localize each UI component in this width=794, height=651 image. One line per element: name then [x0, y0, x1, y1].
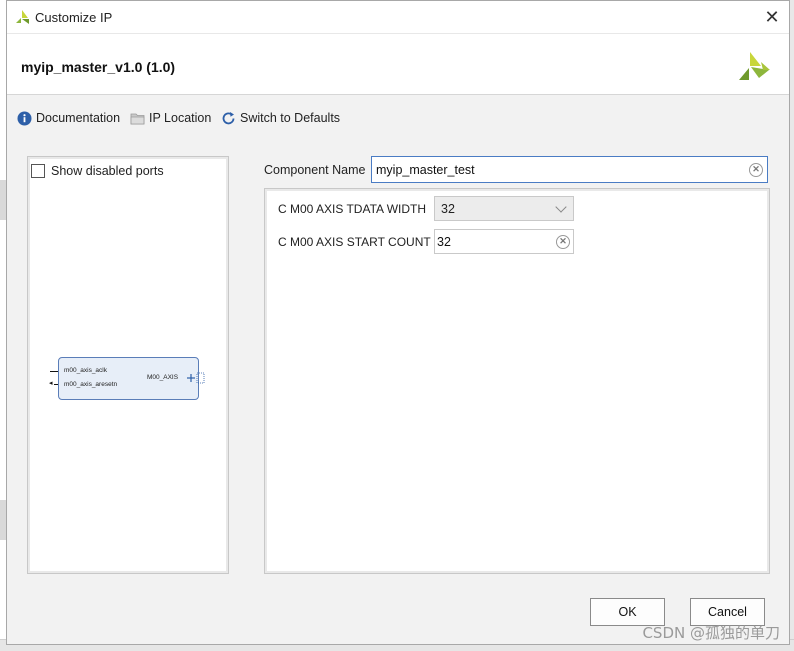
parameters-box: C M00 AXIS TDATA WIDTH 32 C M00 AXIS STA…	[264, 188, 770, 574]
component-name-value[interactable]: myip_master_test	[376, 163, 475, 177]
show-disabled-ports-label[interactable]: Show disabled ports	[51, 164, 164, 178]
ip-block-symbol: m00_axis_aclk m00_axis_aresetn M00_AXIS	[58, 357, 205, 400]
aresetn-port-arrow: ◂	[49, 380, 53, 387]
parameters-panel: Component Name myip_master_test ✕ C M00 …	[264, 156, 770, 574]
watermark: CSDN @孤独的单刀	[642, 624, 780, 642]
info-icon	[17, 111, 32, 125]
component-name-input[interactable]: myip_master_test ✕	[371, 156, 768, 183]
close-icon[interactable]: ✕	[764, 7, 779, 27]
switch-to-defaults-button[interactable]: Switch to Defaults	[221, 110, 340, 126]
toolbar: Documentation IP Location Switch to Defa…	[7, 96, 789, 136]
folder-icon	[130, 113, 145, 124]
xilinx-logo-icon	[739, 52, 770, 80]
ip-location-button[interactable]: IP Location	[130, 110, 211, 126]
close-button[interactable]: ✕	[755, 1, 789, 33]
port-aclk-label: m00_axis_aclk	[64, 367, 107, 374]
xilinx-logo-icon	[16, 10, 29, 24]
switch-to-defaults-label[interactable]: Switch to Defaults	[240, 111, 340, 125]
dialog-header: myip_master_v1.0 (1.0)	[7, 33, 789, 95]
title-bar: Customize IP ✕	[7, 1, 789, 33]
documentation-button[interactable]: Documentation	[17, 110, 120, 126]
window-title: Customize IP	[35, 10, 113, 25]
ip-symbol-panel: Show disabled ports ◂ m00_axis_aclk m00_…	[27, 156, 229, 574]
param-start-count-value[interactable]: 32	[437, 235, 451, 249]
component-name-label: Component Name	[264, 163, 366, 177]
clear-icon[interactable]: ✕	[556, 235, 570, 249]
aclk-port-line	[50, 371, 58, 372]
param-start-count-label: C M00 AXIS START COUNT	[278, 235, 431, 249]
port-m00-axis-label: M00_AXIS	[147, 374, 179, 381]
documentation-label[interactable]: Documentation	[36, 111, 120, 125]
param-tdata-width-value[interactable]: 32	[441, 202, 455, 216]
customize-ip-dialog: Customize IP ✕ myip_master_v1.0 (1.0) Do…	[6, 0, 790, 645]
param-tdata-width-select[interactable]: 32	[434, 196, 574, 221]
show-disabled-ports-option[interactable]: Show disabled ports	[31, 164, 164, 178]
port-aresetn-label: m00_axis_aresetn	[64, 381, 118, 388]
refresh-icon	[222, 111, 235, 124]
show-disabled-ports-checkbox[interactable]	[31, 164, 45, 178]
chevron-down-icon[interactable]	[555, 201, 567, 213]
ip-location-label[interactable]: IP Location	[149, 111, 211, 125]
ip-title: myip_master_v1.0 (1.0)	[21, 59, 176, 75]
param-tdata-width-label: C M00 AXIS TDATA WIDTH	[278, 202, 427, 216]
param-start-count-input[interactable]: 32 ✕	[434, 229, 574, 254]
clear-icon[interactable]: ✕	[749, 163, 763, 177]
bus-interface-icon[interactable]	[186, 372, 206, 384]
